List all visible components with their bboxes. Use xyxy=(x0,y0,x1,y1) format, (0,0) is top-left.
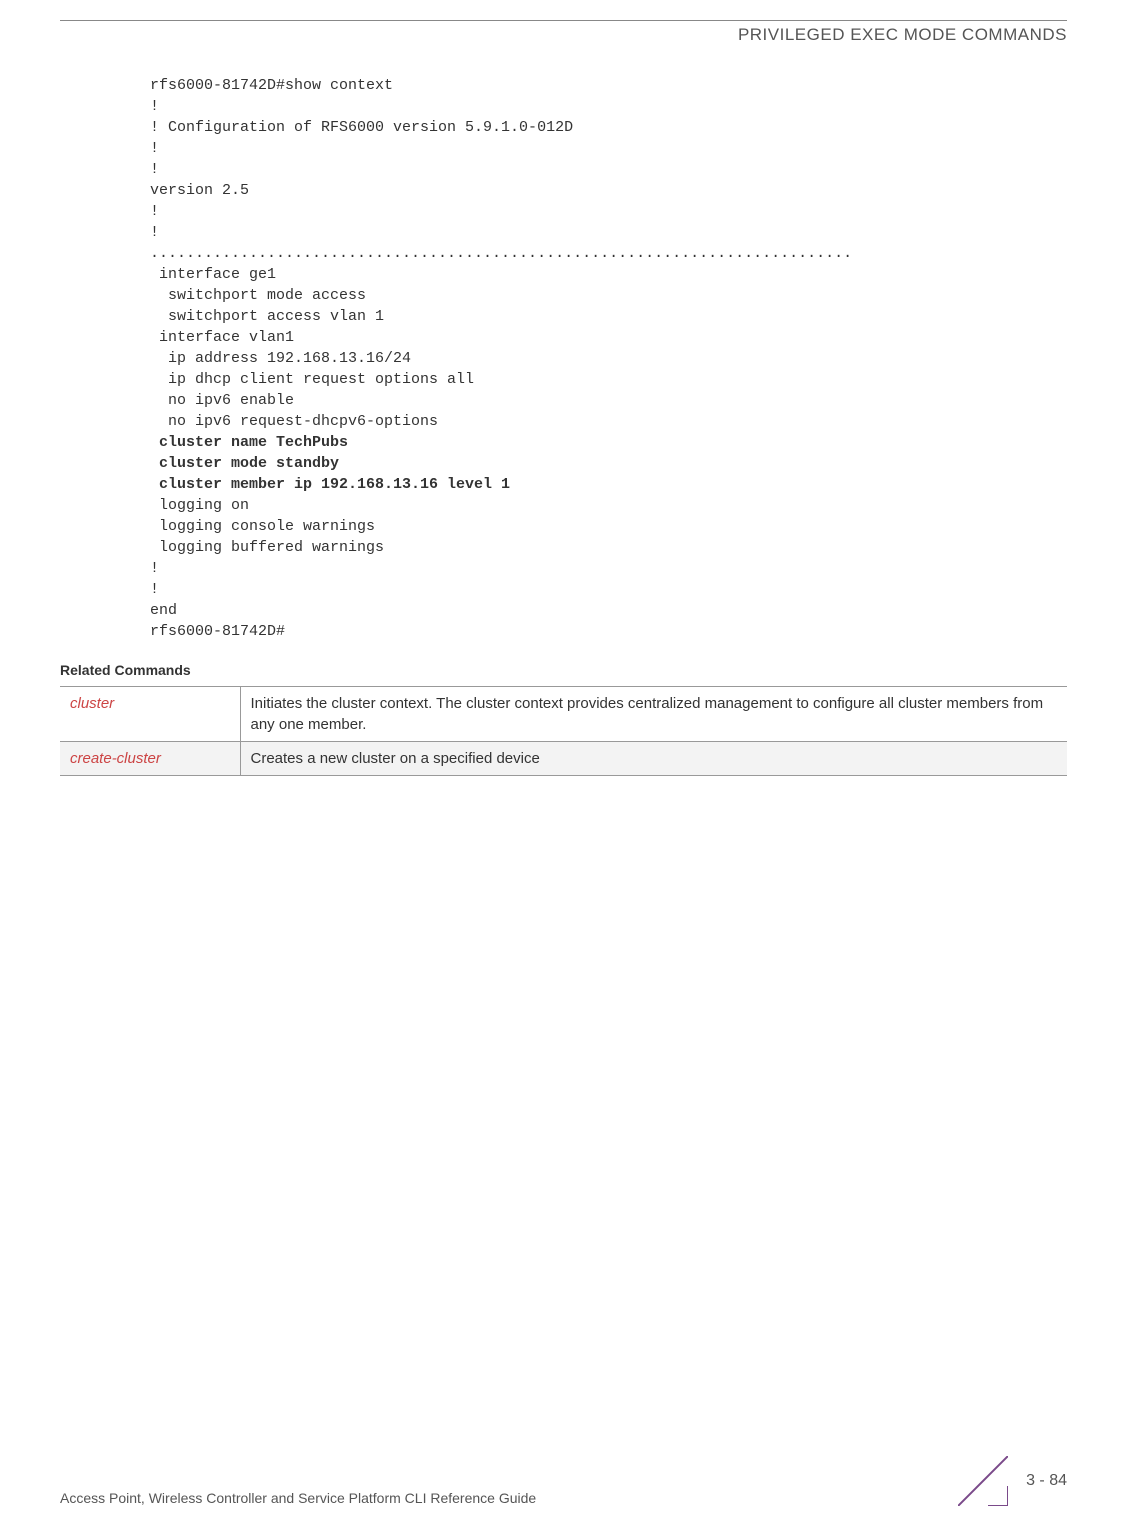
footer-right: 3 - 84 xyxy=(958,1456,1067,1506)
code-line: ! xyxy=(150,560,159,577)
code-line: ip address 192.168.13.16/24 xyxy=(150,350,411,367)
footer-guide-title: Access Point, Wireless Controller and Se… xyxy=(60,1490,958,1506)
code-block: rfs6000-81742D#show context ! ! Configur… xyxy=(150,75,1067,642)
header-title: PRIVILEGED EXEC MODE COMMANDS xyxy=(60,21,1067,75)
code-line: logging on xyxy=(150,497,249,514)
table-desc-cell: Initiates the cluster context. The clust… xyxy=(240,687,1067,742)
code-line: end xyxy=(150,602,177,619)
code-line: ! xyxy=(150,161,159,178)
table-cmd-cell: create-cluster xyxy=(60,742,240,776)
related-commands-table: cluster Initiates the cluster context. T… xyxy=(60,686,1067,776)
corner-mark-icon xyxy=(958,1456,1008,1506)
section-heading: Related Commands xyxy=(60,662,1067,678)
code-line: interface ge1 xyxy=(150,266,276,283)
code-line: ! xyxy=(150,581,159,598)
code-line: ........................................… xyxy=(150,245,852,262)
table-row: create-cluster Creates a new cluster on … xyxy=(60,742,1067,776)
code-line: ! Configuration of RFS6000 version 5.9.1… xyxy=(150,119,573,136)
code-line: logging buffered warnings xyxy=(150,539,384,556)
code-line: no ipv6 request-dhcpv6-options xyxy=(150,413,438,430)
code-line: ip dhcp client request options all xyxy=(150,371,474,388)
code-line: ! xyxy=(150,98,159,115)
code-line: rfs6000-81742D# xyxy=(150,623,285,640)
code-line: version 2.5 xyxy=(150,182,249,199)
page-number: 3 - 84 xyxy=(1026,1472,1067,1490)
code-line: interface vlan1 xyxy=(150,329,294,346)
code-line-bold: cluster mode standby xyxy=(150,455,339,472)
table-row: cluster Initiates the cluster context. T… xyxy=(60,687,1067,742)
code-line-bold: cluster name TechPubs xyxy=(150,434,348,451)
code-line: ! xyxy=(150,203,159,220)
code-line: switchport mode access xyxy=(150,287,366,304)
code-line: rfs6000-81742D#show context xyxy=(150,77,393,94)
table-cmd-cell: cluster xyxy=(60,687,240,742)
code-line: switchport access vlan 1 xyxy=(150,308,384,325)
code-line: ! xyxy=(150,224,159,241)
code-line-bold: cluster member ip 192.168.13.16 level 1 xyxy=(150,476,510,493)
table-desc-cell: Creates a new cluster on a specified dev… xyxy=(240,742,1067,776)
code-line: no ipv6 enable xyxy=(150,392,294,409)
code-line: ! xyxy=(150,140,159,157)
code-line: logging console warnings xyxy=(150,518,375,535)
footer: Access Point, Wireless Controller and Se… xyxy=(60,1456,1067,1506)
